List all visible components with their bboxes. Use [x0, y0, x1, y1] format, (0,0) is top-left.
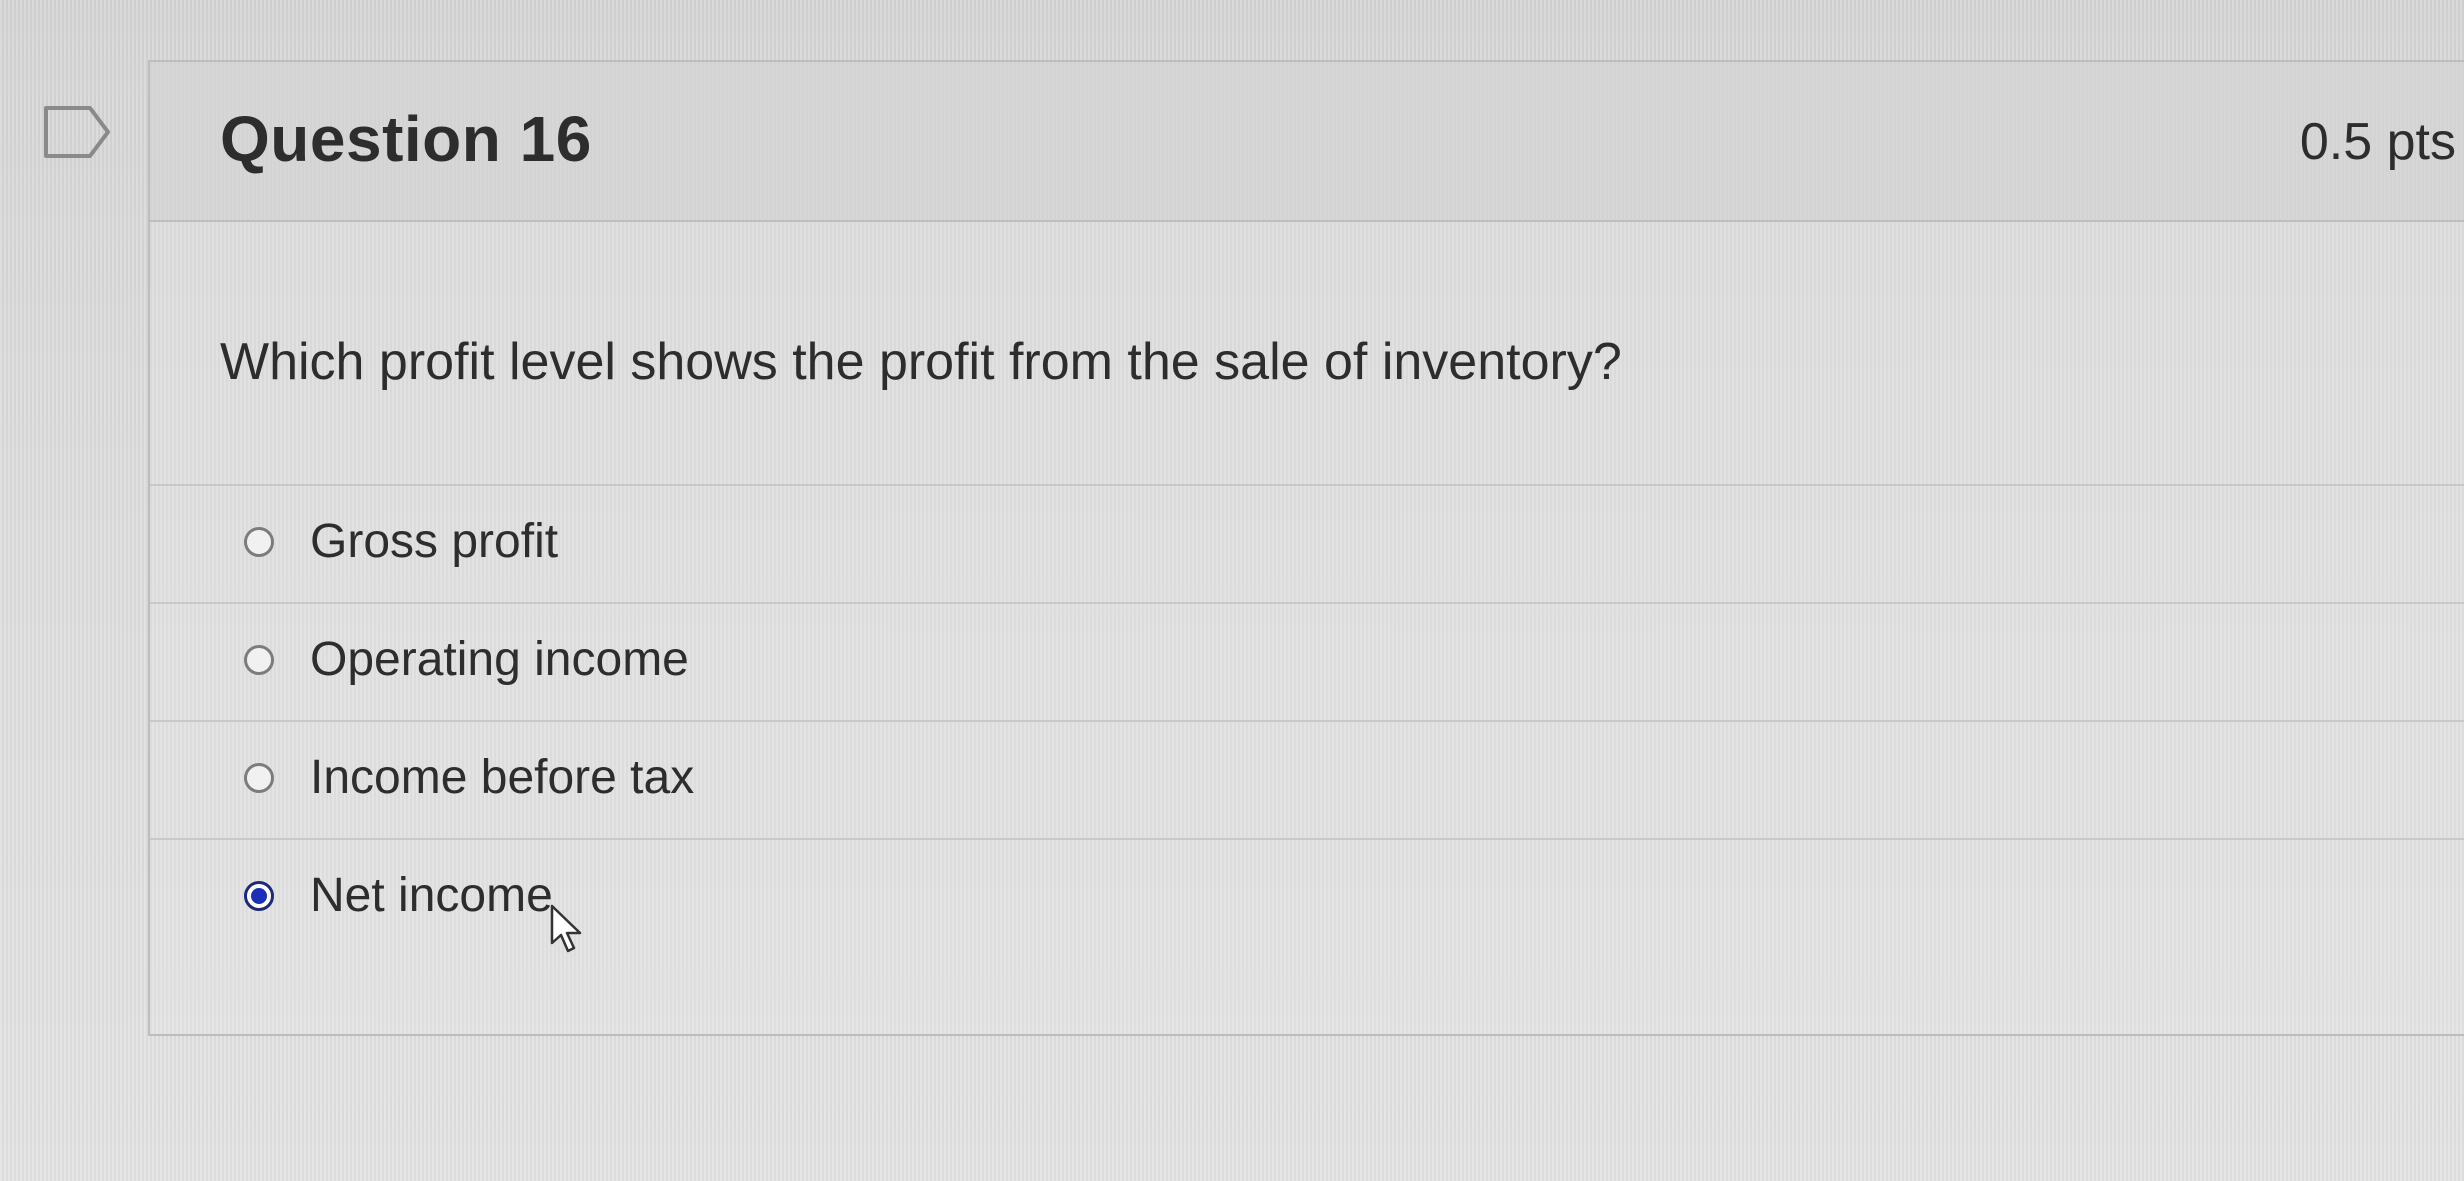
radio-button-unchecked[interactable] [244, 527, 274, 557]
mouse-pointer-icon [550, 904, 582, 953]
answer-option-gross-profit[interactable]: Gross profit [150, 484, 2464, 602]
question-header: Question 16 0.5 pts [150, 62, 2464, 222]
answer-option-net-income[interactable]: Net income [150, 838, 2464, 956]
question-card: Question 16 0.5 pts Which profit level s… [148, 60, 2464, 1036]
flag-question-icon[interactable] [42, 104, 112, 160]
question-text: Which profit level shows the profit from… [220, 333, 1622, 391]
answer-option-income-before-tax[interactable]: Income before tax [150, 720, 2464, 838]
answer-list: Gross profit Operating income Income bef… [150, 484, 2464, 956]
answer-label[interactable]: Income before tax [310, 750, 694, 805]
question-points: 0.5 pts [2299, 113, 2456, 171]
question-title: Question 16 [220, 103, 592, 175]
radio-button-unchecked[interactable] [244, 763, 274, 793]
answer-label[interactable]: Net income [310, 868, 553, 923]
quiz-screen: Question 16 0.5 pts Which profit level s… [0, 0, 2464, 1181]
answer-label[interactable]: Gross profit [310, 514, 558, 569]
radio-button-checked[interactable] [244, 881, 274, 911]
radio-button-unchecked[interactable] [244, 645, 274, 675]
answer-option-operating-income[interactable]: Operating income [150, 602, 2464, 720]
answer-label[interactable]: Operating income [310, 632, 689, 687]
